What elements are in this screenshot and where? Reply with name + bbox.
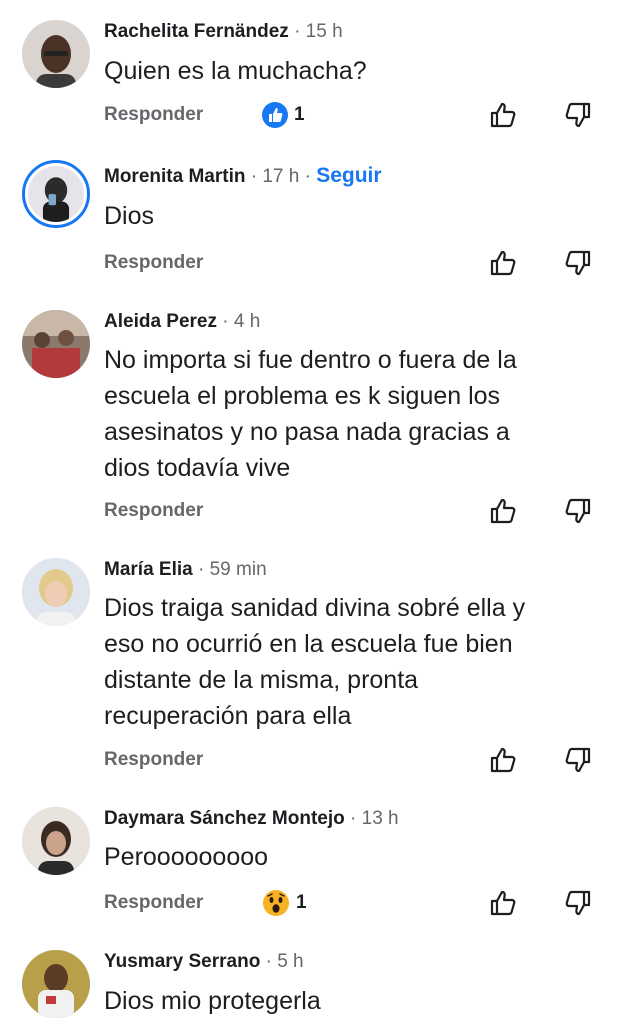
comment-line: escuela el problema es k siguen los: [104, 382, 501, 410]
downvote-button[interactable]: [563, 745, 593, 775]
upvote-button[interactable]: [488, 100, 518, 130]
comment-line: Perooooooooo: [104, 843, 269, 871]
comment-line: Dios mio protegerla: [104, 987, 321, 1015]
like-reaction-icon: [262, 102, 288, 128]
comment-text: Quien es la muchacha?: [104, 53, 604, 89]
avatar[interactable]: [22, 310, 90, 378]
upvote-button[interactable]: [488, 888, 518, 918]
downvote-button[interactable]: [563, 248, 593, 278]
avatar[interactable]: [22, 160, 90, 228]
comment-line: Dios: [104, 202, 155, 230]
separator: ·: [198, 559, 205, 580]
timestamp[interactable]: 17 h: [262, 166, 299, 187]
comment-text: Dios traiga sanidad divina sobré ella y …: [104, 590, 604, 734]
comment-actions: Responder: [0, 248, 620, 278]
author-name[interactable]: Aleida Perez: [104, 311, 217, 332]
thumbs-down-icon: [565, 102, 591, 128]
reaction-count: 1: [294, 104, 305, 125]
thumbs-down-icon: [565, 498, 591, 524]
avatar[interactable]: [22, 20, 90, 88]
comment-line: asesinatos y no pasa nada gracias a: [104, 418, 510, 446]
comment-actions: Responder 1: [0, 888, 620, 918]
comment-line: No importa si fue dentro o fuera de la: [104, 346, 517, 374]
comment-header: Yusmary Serrano · 5 h: [104, 950, 304, 974]
reply-button[interactable]: Responder: [104, 248, 203, 278]
comment-actions: Responder: [0, 745, 620, 775]
comment-text: Perooooooooo: [104, 839, 604, 875]
reaction-summary[interactable]: 1: [262, 100, 305, 130]
comment-line: Quien es la muchacha?: [104, 57, 367, 85]
comment-text: Dios: [104, 198, 604, 234]
wow-reaction-icon: [263, 890, 289, 916]
thumbs-up-icon: [490, 102, 516, 128]
thumbs-up-icon: [490, 747, 516, 773]
timestamp[interactable]: 13 h: [362, 808, 399, 829]
reply-button[interactable]: Responder: [104, 496, 203, 526]
timestamp[interactable]: 15 h: [306, 21, 343, 42]
timestamp[interactable]: 4 h: [234, 311, 260, 332]
comment-header: Aleida Perez · 4 h: [104, 310, 260, 334]
author-name[interactable]: María Elia: [104, 559, 193, 580]
reaction-count: 1: [296, 892, 307, 913]
avatar[interactable]: [22, 950, 90, 1018]
comment-line: recuperación para ella: [104, 702, 352, 730]
comment-line: eso no ocurrió en la escuela fue bien: [104, 630, 513, 658]
comment-line: dios todavía vive: [104, 454, 291, 482]
author-name[interactable]: Yusmary Serrano: [104, 951, 260, 972]
comment-line: Dios traiga sanidad divina sobré ella y: [104, 594, 526, 622]
comment-line: distante de la misma, pronta: [104, 666, 419, 694]
separator: ·: [222, 311, 229, 332]
upvote-button[interactable]: [488, 745, 518, 775]
separator: ·: [350, 808, 357, 829]
downvote-button[interactable]: [563, 496, 593, 526]
avatar[interactable]: [22, 558, 90, 626]
downvote-button[interactable]: [563, 100, 593, 130]
reply-button[interactable]: Responder: [104, 888, 203, 918]
follow-button[interactable]: Seguir: [316, 164, 381, 187]
comment-header: Morenita Martin · 17 h · Seguir: [104, 164, 382, 189]
thumbs-up-icon: [490, 890, 516, 916]
timestamp[interactable]: 59 min: [210, 559, 267, 580]
separator: ·: [265, 951, 272, 972]
timestamp[interactable]: 5 h: [277, 951, 303, 972]
comment-header: María Elia · 59 min: [104, 558, 267, 582]
upvote-button[interactable]: [488, 496, 518, 526]
downvote-button[interactable]: [563, 888, 593, 918]
comment-actions: Responder 1: [0, 100, 620, 130]
thumbs-down-icon: [565, 890, 591, 916]
thumbs-down-icon: [565, 250, 591, 276]
upvote-button[interactable]: [488, 248, 518, 278]
author-name[interactable]: Daymara Sánchez Montejo: [104, 808, 345, 829]
avatar[interactable]: [22, 807, 90, 875]
separator: ·: [294, 21, 301, 42]
thumbs-down-icon: [565, 747, 591, 773]
thumbs-up-icon: [490, 250, 516, 276]
thumbs-up-icon: [490, 498, 516, 524]
author-name[interactable]: Morenita Martin: [104, 166, 245, 187]
comment-actions: Responder: [0, 496, 620, 526]
reply-button[interactable]: Responder: [104, 100, 203, 130]
author-name[interactable]: Rachelita Fernändez: [104, 21, 289, 42]
reaction-summary[interactable]: 1: [262, 888, 307, 918]
comment-text: No importa si fue dentro o fuera de la e…: [104, 342, 604, 486]
comment-header: Daymara Sánchez Montejo · 13 h: [104, 807, 399, 831]
separator: ·: [250, 166, 258, 187]
reply-button[interactable]: Responder: [104, 745, 203, 775]
comment-header: Rachelita Fernändez · 15 h: [104, 20, 343, 44]
separator: ·: [304, 166, 311, 187]
comment-text: Dios mio protegerla: [104, 983, 604, 1019]
